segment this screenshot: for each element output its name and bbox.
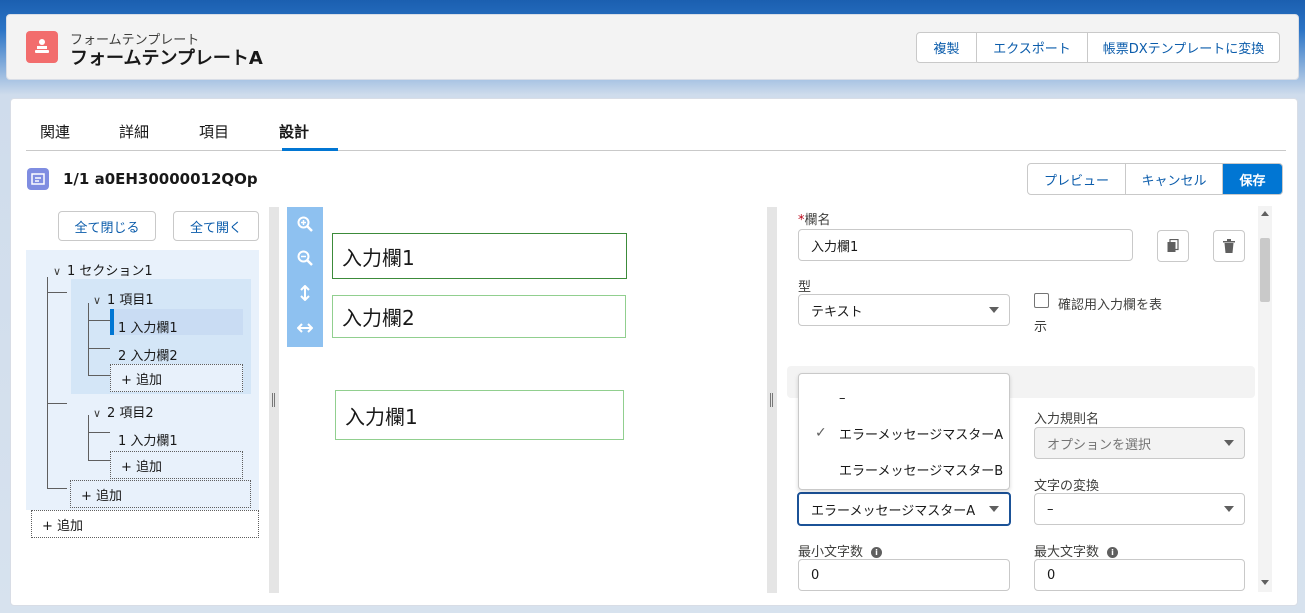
tab-details[interactable]: 詳細: [119, 121, 149, 142]
tab-related[interactable]: 関連: [40, 121, 70, 142]
delete-icon[interactable]: [1213, 230, 1245, 262]
copy-icon[interactable]: [1157, 230, 1189, 262]
dropdown-caret-icon: [989, 307, 999, 313]
tree-add-field-button[interactable]: + 追加: [110, 364, 243, 392]
record-title: フォームテンプレートA: [70, 48, 263, 69]
duplicate-button[interactable]: 複製: [917, 33, 977, 62]
info-icon[interactable]: i: [871, 547, 883, 558]
save-button[interactable]: 保存: [1223, 164, 1282, 194]
rule-name-select[interactable]: オプションを選択: [1034, 427, 1245, 459]
listbox-option-none[interactable]: –: [799, 380, 1009, 416]
canvas-field-3[interactable]: 入力欄1: [335, 390, 624, 440]
tree-item2-field-1[interactable]: 1 入力欄1: [118, 430, 178, 449]
dropdown-caret-icon: [1224, 506, 1234, 512]
zoom-out-icon[interactable]: [287, 241, 323, 275]
header-actions: 複製 エクスポート 帳票DXテンプレートに変換: [916, 32, 1280, 63]
scroll-thumb[interactable]: [1260, 238, 1270, 302]
expand-all-button[interactable]: 全て開く: [173, 211, 259, 241]
tab-design[interactable]: 設計: [279, 121, 309, 142]
field-name-label: *欄名: [798, 213, 831, 228]
collapse-all-button[interactable]: 全て閉じる: [58, 211, 156, 241]
main-card: 関連 詳細 項目 設計 1/1 a0EH30000012QOp プレビュー キャ…: [10, 98, 1298, 606]
convert-template-button[interactable]: 帳票DXテンプレートに変換: [1088, 33, 1279, 62]
type-select[interactable]: テキスト: [798, 294, 1010, 326]
confirm-field-label-wrap: 示: [1034, 320, 1048, 335]
tree-add-section-button[interactable]: + 追加: [31, 510, 259, 538]
rule-name-label: 入力規則名: [1034, 412, 1100, 427]
fit-height-icon[interactable]: [287, 276, 323, 310]
field-name-input[interactable]: 入力欄1: [798, 229, 1133, 261]
canvas-field-1[interactable]: 入力欄1: [332, 233, 627, 279]
export-button[interactable]: エクスポート: [977, 33, 1088, 62]
tab-fields[interactable]: 項目: [199, 121, 229, 142]
dropdown-caret-icon: [1224, 440, 1234, 446]
design-actions: プレビュー キャンセル 保存: [1027, 163, 1283, 195]
record-icon: [27, 168, 49, 190]
chevron-down-icon[interactable]: ∨: [93, 407, 107, 420]
error-message-listbox: – ✓ エラーメッセージマスターA エラーメッセージマスターB: [798, 373, 1010, 490]
max-length-label: 最大文字数 i: [1034, 541, 1119, 560]
min-length-label: 最小文字数 i: [798, 541, 883, 560]
tree-field-1[interactable]: 1 入力欄1: [118, 317, 178, 336]
tree-item-1[interactable]: ∨ 1 項目1: [93, 289, 154, 308]
right-splitter[interactable]: [767, 207, 777, 593]
confirm-field-label: 確認用入力欄を表: [1058, 298, 1163, 313]
scroll-down-icon[interactable]: [1261, 580, 1269, 585]
structure-tree: 全て閉じる 全て開く ∨ 1 セクション1 ∨ 1 項目1 1 入力欄1 2 入力欄…: [26, 207, 261, 593]
error-message-select[interactable]: エラーメッセージマスターA: [797, 492, 1011, 526]
design-record-title: 1/1 a0EH30000012QOp: [63, 170, 258, 188]
preview-button[interactable]: プレビュー: [1028, 164, 1126, 194]
zoom-in-icon[interactable]: [287, 207, 323, 241]
dropdown-caret-icon: [989, 506, 999, 512]
char-convert-select[interactable]: –: [1034, 493, 1245, 525]
type-label: 型: [798, 280, 812, 295]
fit-width-icon[interactable]: [287, 311, 323, 345]
tree-item-2[interactable]: ∨ 2 項目2: [93, 402, 154, 421]
zoom-toolbar: [287, 207, 323, 347]
listbox-option-b[interactable]: エラーメッセージマスターB: [799, 451, 1009, 487]
tree-add-field-button-2[interactable]: + 追加: [110, 451, 243, 479]
chevron-down-icon[interactable]: ∨: [93, 294, 107, 307]
char-convert-label: 文字の変換: [1034, 479, 1100, 494]
info-icon[interactable]: i: [1107, 547, 1119, 558]
props-scrollbar[interactable]: [1258, 206, 1272, 592]
splitter-grip-icon: [770, 393, 773, 407]
checkmark-icon: ✓: [815, 425, 827, 441]
tree-field-2[interactable]: 2 入力欄2: [118, 345, 178, 364]
left-splitter[interactable]: [269, 207, 279, 593]
tree-add-item-button[interactable]: + 追加: [70, 480, 251, 508]
cancel-button[interactable]: キャンセル: [1126, 164, 1223, 194]
active-tab-indicator: [282, 148, 338, 151]
record-header: フォームテンプレート フォームテンプレートA 複製 エクスポート 帳票DXテンプ…: [6, 14, 1299, 80]
confirm-field-checkbox[interactable]: [1034, 293, 1049, 308]
tree-section-1[interactable]: ∨ 1 セクション1: [53, 260, 153, 279]
canvas-field-2[interactable]: 入力欄2: [332, 295, 626, 338]
form-template-icon: [26, 31, 58, 63]
tab-bar: 関連 詳細 項目 設計: [26, 117, 1286, 151]
splitter-grip-icon: [272, 393, 275, 407]
min-length-input[interactable]: 0: [798, 559, 1010, 591]
chevron-down-icon[interactable]: ∨: [53, 265, 67, 278]
max-length-input[interactable]: 0: [1034, 559, 1245, 591]
selection-indicator: [110, 309, 114, 335]
listbox-option-a[interactable]: ✓ エラーメッセージマスターA: [799, 415, 1009, 451]
scroll-up-icon[interactable]: [1261, 211, 1269, 216]
